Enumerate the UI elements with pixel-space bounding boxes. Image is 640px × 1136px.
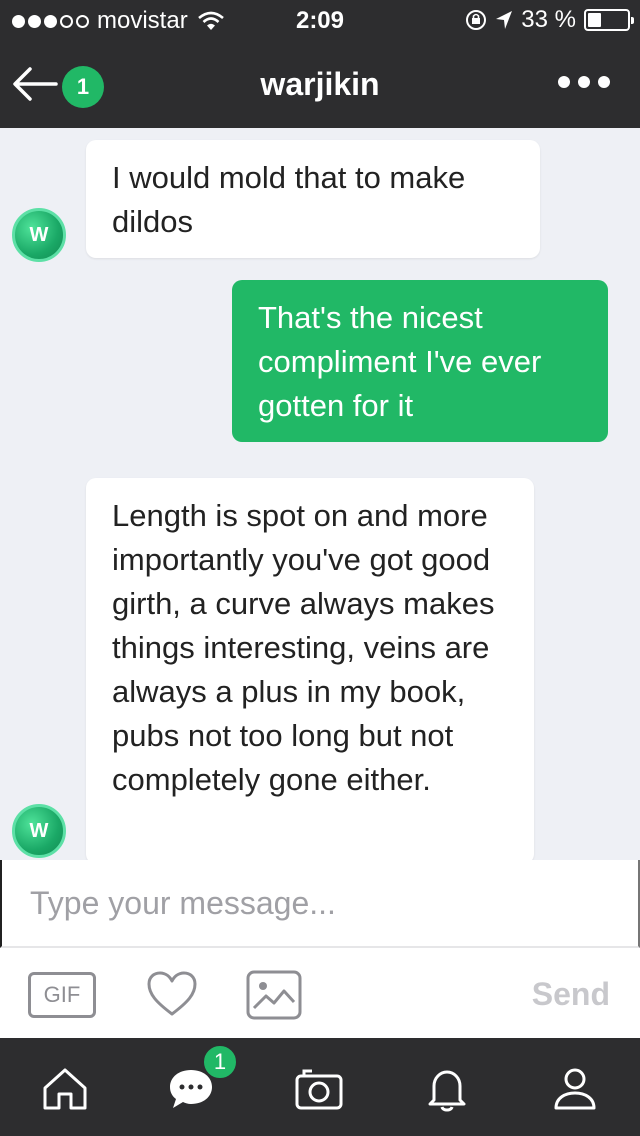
image-icon[interactable] (246, 970, 302, 1020)
tab-bar: 1 (0, 1038, 640, 1136)
battery-icon (584, 9, 634, 31)
status-right: 33 % (465, 6, 634, 34)
composer-toolbar: GIF Send (0, 950, 640, 1038)
profile-icon[interactable] (550, 1064, 600, 1114)
location-arrow-icon (496, 11, 513, 29)
conversation-title[interactable]: warjikin (0, 66, 640, 103)
message-bubble-incoming[interactable]: Length is spot on and more importantly y… (86, 478, 534, 860)
message-input[interactable] (0, 860, 640, 948)
contact-avatar[interactable]: W (12, 208, 66, 262)
composer: GIF Send (0, 860, 640, 1038)
message-list[interactable]: I would mold that to make dildos W That'… (0, 128, 640, 860)
camera-icon[interactable] (294, 1064, 344, 1114)
send-button[interactable]: Send (532, 976, 610, 1013)
contact-avatar[interactable]: W (12, 804, 66, 858)
notifications-bell-icon[interactable] (422, 1064, 472, 1114)
top-bar: movistar 2:09 33 % 1 warjikin (0, 0, 640, 128)
battery-percent: 33 % (521, 6, 576, 33)
heart-icon[interactable] (146, 970, 198, 1018)
chat-header: 1 warjikin (0, 40, 640, 128)
status-bar: movistar 2:09 33 % (0, 0, 640, 40)
message-bubble-outgoing[interactable]: That's the nicest compliment I've ever g… (232, 280, 608, 442)
orientation-lock-icon (466, 10, 487, 30)
more-options-icon[interactable] (558, 76, 610, 88)
message-bubble-incoming[interactable]: I would mold that to make dildos (86, 140, 540, 258)
gif-button[interactable]: GIF (28, 972, 96, 1018)
home-icon[interactable] (40, 1064, 90, 1114)
messages-badge: 1 (202, 1044, 238, 1080)
battery-level (588, 13, 601, 27)
